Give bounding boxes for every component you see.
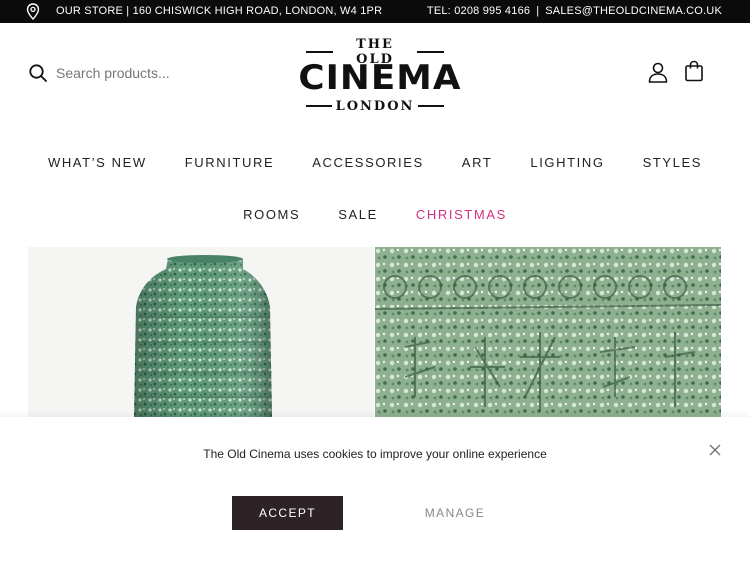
product-image-vase-detail[interactable]	[375, 247, 721, 417]
nav-whats-new[interactable]: WHAT’S NEW	[48, 155, 147, 170]
vase-illustration	[28, 247, 374, 417]
store-address[interactable]: OUR STORE | 160 CHISWICK HIGH ROAD, LOND…	[56, 5, 382, 17]
email-link[interactable]: SALES@THEOLDCINEMA.CO.UK	[545, 5, 722, 17]
contact-info: TEL: 0208 995 4166 | SALES@THEOLDCINEMA.CO…	[427, 5, 722, 17]
accept-cookies-button[interactable]: ACCEPT	[232, 496, 343, 530]
search-input[interactable]	[56, 65, 236, 81]
nav-christmas[interactable]: CHRISTMAS	[416, 207, 507, 222]
search-bar	[28, 60, 248, 86]
product-image-vase[interactable]	[28, 247, 374, 417]
nav-rooms[interactable]: ROOMS	[243, 207, 300, 222]
telephone-link[interactable]: TEL: 0208 995 4166	[427, 5, 530, 17]
vase-detail-illustration	[375, 247, 721, 417]
separator: |	[536, 5, 540, 17]
nav-styles[interactable]: STYLES	[643, 155, 702, 170]
search-icon[interactable]	[28, 63, 48, 83]
nav-furniture[interactable]: FURNITURE	[185, 155, 275, 170]
cookie-banner: The Old Cinema uses cookies to improve y…	[0, 417, 750, 563]
shopping-bag-icon[interactable]	[684, 60, 704, 82]
cookie-message: The Old Cinema uses cookies to improve y…	[203, 447, 547, 461]
nav-art[interactable]: ART	[462, 155, 493, 170]
site-logo[interactable]: THE OLD CINEMA LONDON	[298, 37, 460, 118]
manage-cookies-button[interactable]: MANAGE	[404, 496, 506, 530]
main-nav-row-1: WHAT’S NEW FURNITURE ACCESSORIES ART LIG…	[0, 155, 750, 170]
main-nav-row-2: ROOMS SALE CHRISTMAS	[0, 207, 750, 222]
map-pin-icon	[26, 3, 40, 20]
user-icon[interactable]	[647, 61, 669, 83]
logo-line-bottom: LONDON	[302, 98, 448, 114]
top-info-bar: OUR STORE | 160 CHISWICK HIGH ROAD, LOND…	[0, 0, 750, 23]
logo-main-text: CINEMA	[298, 58, 462, 98]
nav-accessories[interactable]: ACCESSORIES	[312, 155, 424, 170]
close-icon[interactable]	[708, 443, 722, 457]
nav-sale[interactable]: SALE	[338, 207, 378, 222]
nav-lighting[interactable]: LIGHTING	[530, 155, 604, 170]
